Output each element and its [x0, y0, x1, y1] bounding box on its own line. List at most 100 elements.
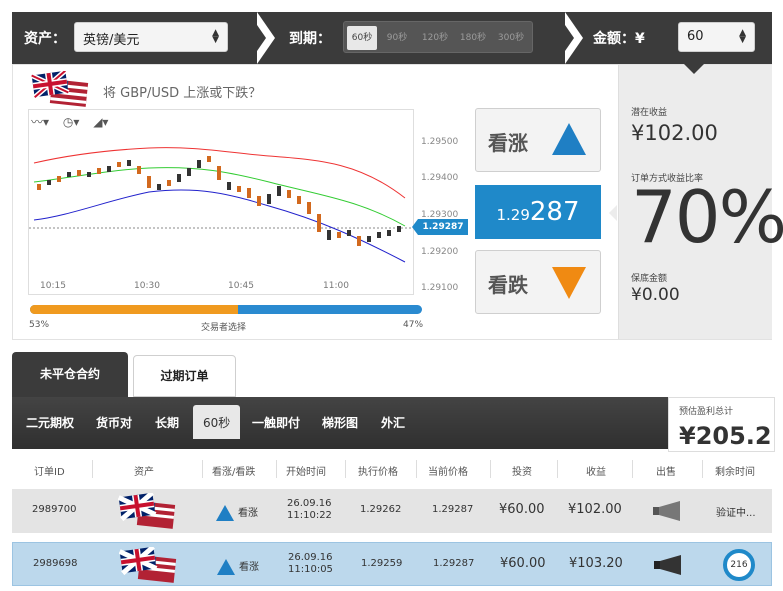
indicator-icon[interactable]: ◢▾	[93, 115, 108, 129]
current-price-prefix: 1.29	[496, 206, 530, 224]
remaining-time: 验证中...	[716, 508, 756, 519]
asset-label: 资产：	[24, 31, 66, 47]
subtab-currency-pairs[interactable]: 货币对	[96, 414, 132, 431]
tab-open-positions[interactable]: 未平仓合约	[12, 352, 128, 397]
potential-profit-value: ¥102.00	[631, 121, 718, 145]
chart-toolbar: 〰▾ ◷▾ ◢▾	[31, 113, 108, 130]
y-tick-label: 1.29100	[421, 283, 459, 293]
countdown-timer: 216	[723, 549, 755, 581]
strike-price: 1.29262	[360, 504, 402, 515]
amount-select-value: 60	[687, 29, 704, 44]
amount-pointer-icon	[684, 64, 704, 74]
expiry-option-120[interactable]: 120秒	[417, 26, 453, 50]
insurance-label: 保底金额	[631, 274, 668, 284]
estimated-profit-value: ¥205.2	[679, 422, 772, 450]
sentiment-up-percent: 53%	[29, 320, 50, 330]
payout: ¥103.20	[569, 556, 623, 571]
trade-panel: 将 GBP/USD 上涨或下跌？ 〰▾ ◷▾ ◢▾ 1.29500 1.2940…	[12, 64, 783, 340]
current-price: 1.29287	[432, 504, 474, 515]
sentiment-label: 交易者选择	[201, 323, 247, 333]
current-price: 1.29287	[433, 558, 475, 569]
expiry-selector: 60秒 90秒 120秒 180秒 300秒	[343, 21, 533, 53]
current-price-suffix: 287	[529, 197, 580, 227]
gbp-usd-flag-icon	[118, 493, 176, 529]
table-row[interactable]: 2989698 看涨 26.09.16 11:10:05 1.29259 1.2…	[12, 542, 772, 586]
pointer-arrow-icon	[609, 205, 617, 221]
x-tick-label: 10:45	[228, 281, 254, 291]
x-tick-label: 10:15	[40, 281, 66, 291]
expiry-label: 到期：	[289, 31, 331, 47]
column-header: 看涨/看跌	[212, 467, 256, 478]
column-header: 当前价格	[428, 467, 468, 478]
instrument-tabs: 二元期权 货币对 长期 60秒 一触即付 梯形图 外汇	[12, 397, 772, 449]
insurance-value: ¥0.00	[631, 285, 680, 305]
strike-price: 1.29259	[361, 558, 403, 569]
column-header: 收益	[586, 467, 606, 478]
arrow-down-icon	[552, 267, 586, 299]
x-tick-label: 10:30	[134, 281, 160, 291]
start-date: 26.09.16	[288, 552, 333, 563]
select-caret-icon: ▲ ▼	[739, 28, 746, 45]
y-tick-label: 1.29400	[421, 173, 459, 183]
payout: ¥102.00	[568, 502, 622, 517]
select-caret-icon: ▲ ▼	[212, 28, 219, 45]
tab-expired-orders[interactable]: 过期订单	[133, 355, 236, 397]
subtab-ladder[interactable]: 梯形图	[322, 414, 358, 431]
y-tick-label: 1.29500	[421, 137, 459, 147]
sell-megaphone-icon[interactable]	[653, 554, 685, 576]
sell-megaphone-icon[interactable]	[652, 500, 684, 522]
y-tick-label: 1.29200	[421, 247, 459, 257]
trade-toolbar: 资产： 英镑/美元 ▲ ▼ 到期： 60秒 90秒 120秒 180秒 300秒 …	[12, 12, 772, 64]
column-header: 订单ID	[34, 467, 65, 478]
investment: ¥60.00	[499, 502, 545, 517]
trade-question: 将 GBP/USD 上涨或下跌？	[103, 86, 262, 101]
payout-summary: 潜在收益 ¥102.00 订单方式收益比率 70% 保底金额 ¥0.00	[618, 65, 783, 339]
subtab-forex[interactable]: 外汇	[381, 414, 405, 431]
gbp-usd-flag-icon	[31, 71, 89, 107]
start-time: 11:10:05	[288, 564, 333, 575]
positions-table-header: 订单ID 资产 看涨/看跌 开始时间 执行价格 当前价格 投资 收益 出售 剩余…	[12, 454, 772, 484]
column-header: 投资	[512, 467, 532, 478]
chart-type-icon[interactable]: 〰▾	[31, 115, 49, 129]
subtab-one-touch[interactable]: 一触即付	[252, 414, 300, 431]
sentiment-bar	[30, 305, 422, 314]
potential-profit-label: 潜在收益	[631, 108, 668, 118]
asset-select-value: 英镑/美元	[83, 33, 140, 48]
column-header: 资产	[134, 467, 154, 478]
subtab-60-seconds[interactable]: 60秒	[193, 405, 241, 439]
investment: ¥60.00	[500, 556, 546, 571]
sentiment-down-percent: 47%	[403, 320, 424, 330]
call-button-label: 看涨	[488, 131, 528, 155]
direction-label: 看涨	[239, 562, 259, 573]
divider-chevron-inner	[248, 12, 266, 64]
clock-icon[interactable]: ◷▾	[63, 115, 80, 129]
amount-select[interactable]: 60 ▲ ▼	[678, 22, 755, 52]
amount-label: 金额：¥	[593, 31, 645, 47]
column-header: 开始时间	[286, 467, 326, 478]
call-button[interactable]: 看涨	[475, 108, 601, 172]
payout-ratio-value: 70%	[631, 175, 783, 259]
start-date: 26.09.16	[287, 498, 332, 509]
put-button-label: 看跌	[488, 273, 528, 297]
divider-chevron-inner	[556, 12, 574, 64]
expiry-option-90[interactable]: 90秒	[382, 26, 412, 50]
subtab-binary[interactable]: 二元期权	[26, 414, 74, 431]
order-id: 2989700	[32, 504, 77, 515]
table-row[interactable]: 2989700 看涨 26.09.16 11:10:22 1.29262 1.2…	[12, 489, 772, 533]
start-time: 11:10:22	[287, 510, 332, 521]
expiry-option-60[interactable]: 60秒	[347, 26, 377, 50]
asset-select[interactable]: 英镑/美元 ▲ ▼	[74, 22, 228, 52]
direction-label: 看涨	[238, 508, 258, 519]
expiry-option-300[interactable]: 300秒	[493, 26, 529, 50]
order-id: 2989698	[33, 558, 78, 569]
price-chart	[28, 109, 414, 295]
expiry-option-180[interactable]: 180秒	[455, 26, 491, 50]
x-tick-label: 11:00	[323, 281, 349, 291]
column-header: 出售	[656, 467, 676, 478]
subtab-long-term[interactable]: 长期	[155, 414, 179, 431]
put-button[interactable]: 看跌	[475, 250, 601, 314]
sentiment-bar-fill	[30, 305, 238, 314]
price-chart-canvas	[29, 147, 413, 263]
current-price-display: 1.29287	[475, 185, 601, 239]
estimated-profit-label: 预估盈利总计	[679, 407, 734, 417]
